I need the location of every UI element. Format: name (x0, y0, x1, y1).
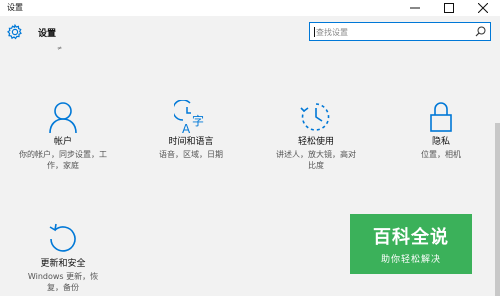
title-bar: 设置 (0, 0, 500, 16)
category-ease-of-access[interactable]: 轻松使用 讲述人，放大镜，高对 比度 (266, 100, 366, 171)
svg-text:A: A (182, 122, 191, 134)
description-line: 复，备份 (47, 283, 79, 292)
maximize-icon (444, 3, 454, 13)
update-icon (49, 223, 76, 252)
text-caret (314, 27, 315, 37)
category-update-security[interactable]: 更新和安全 Windows 更新，恢 复，备份 (13, 222, 113, 293)
category-description: 你的帐户，同步设置，工 作，家庭 (13, 149, 113, 171)
description-line: 语音，区域，日期 (159, 150, 223, 159)
ease-of-access-icon (300, 103, 330, 131)
category-description: 位置，相机 (391, 149, 491, 160)
description-line: 作，家庭 (47, 161, 79, 170)
search-input[interactable]: 查找设置 (309, 22, 491, 41)
person-icon (49, 102, 77, 134)
search-icon[interactable] (475, 26, 486, 37)
settings-window: 设置 设置 ≠ 查找设置 帐户 你的帐户，同步设置，工 作，家庭 A 字 时间和… (0, 0, 500, 296)
svg-text:字: 字 (192, 113, 204, 128)
watermark-badge: 百科全说 助你轻松解决 (350, 214, 472, 274)
category-label: 轻松使用 (297, 137, 334, 147)
close-icon (478, 3, 488, 13)
description-line: Windows 更新，恢 (27, 272, 99, 281)
category-time-language[interactable]: A 字 时间和语言 语音，区域，日期 (141, 100, 241, 160)
description-line: 位置，相机 (421, 150, 461, 159)
category-privacy[interactable]: 隐私 位置，相机 (391, 100, 491, 160)
maximize-button[interactable] (432, 0, 466, 16)
category-label: 帐户 (53, 137, 72, 147)
category-label: 更新和安全 (40, 259, 86, 269)
minimize-icon (410, 7, 420, 9)
description-line: 讲述人，放大镜，高对 (276, 150, 356, 159)
small-mark: ≠ (57, 45, 63, 52)
category-description: 讲述人，放大镜，高对 比度 (266, 149, 366, 171)
description-line: 比度 (308, 161, 324, 170)
lock-icon (430, 102, 452, 132)
category-label: 隐私 (431, 137, 450, 147)
category-description: Windows 更新，恢 复，备份 (13, 271, 113, 293)
category-accounts[interactable]: 帐户 你的帐户，同步设置，工 作，家庭 (13, 100, 113, 171)
category-label: 时间和语言 (168, 137, 214, 147)
search-placeholder: 查找设置 (316, 28, 348, 37)
window-title: 设置 (7, 3, 23, 12)
watermark-main-text: 百科全说 (373, 227, 449, 248)
category-description: 语音，区域，日期 (141, 149, 241, 160)
watermark-sub-text: 助你轻松解决 (380, 255, 441, 265)
vertical-scrollbar[interactable] (495, 123, 500, 296)
description-line: 你的帐户，同步设置，工 (19, 150, 107, 159)
time-language-icon: A 字 (174, 100, 204, 134)
minimize-button[interactable] (398, 0, 432, 16)
gear-icon (7, 24, 22, 40)
close-button[interactable] (466, 0, 500, 16)
page-title: 设置 (38, 29, 57, 39)
